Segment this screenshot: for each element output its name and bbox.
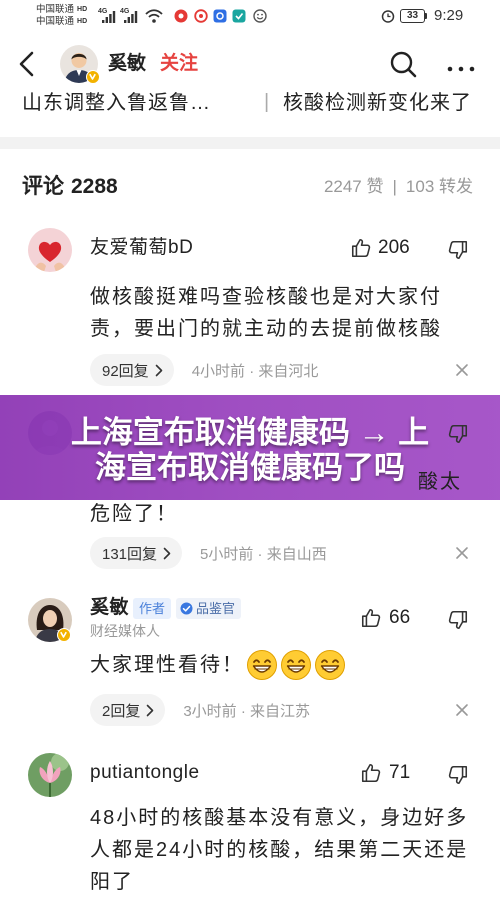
like-count: 206 [378, 237, 410, 258]
reply-row: 131回复 5小时前 · 来自山西 [90, 537, 327, 569]
replies-label: 131回复 [102, 545, 158, 563]
alarm-icon [381, 9, 395, 23]
red-app-icon [174, 9, 188, 23]
expert-badge-label: 品鉴官 [196, 601, 236, 616]
reply-row: 2回复 3小时前 · 来自江苏 [90, 694, 310, 726]
replies-label: 92回复 [102, 362, 149, 380]
carrier-1: 中国联通 HD [36, 4, 87, 16]
clock: 9:29 [434, 7, 464, 24]
tab-related-2[interactable]: 核酸检测新变化来了 [283, 90, 472, 116]
post-stats: 2247 赞 | 103 转发 [324, 176, 473, 198]
comment-meta: 3小时前 · 来自江苏 [183, 702, 311, 720]
grin-emoji [314, 649, 346, 681]
carrier-2: 中国联通 HD [36, 16, 87, 28]
comments-count: 2288 [71, 175, 118, 198]
comment-text-line: 阳了 [90, 871, 134, 893]
avatar[interactable] [28, 753, 72, 797]
comment-author[interactable]: 友爱葡萄bD [90, 236, 193, 260]
like-count: 71 [389, 762, 411, 783]
chevron-right-icon [163, 547, 171, 559]
thumbs-up-icon[interactable] [360, 607, 382, 629]
thumbs-down-icon[interactable] [447, 764, 469, 786]
likes-stat[interactable]: 2247 赞 [324, 177, 384, 196]
wifi-icon [145, 9, 163, 23]
carrier-name: 中国联通 [36, 4, 75, 15]
verified-badge-icon [86, 70, 100, 84]
section-divider [0, 137, 500, 149]
search-icon[interactable] [389, 50, 418, 79]
replies-button[interactable]: 131回复 [90, 537, 183, 569]
stats-separator: | [392, 177, 397, 196]
battery-indicator: 33 [400, 9, 425, 23]
check-badge-icon [180, 602, 193, 615]
carrier-info: 中国联通 HD 中国联通 HD [36, 4, 87, 28]
comment-text-line: 大家理性看待！ [90, 654, 240, 676]
replies-label: 2回复 [102, 702, 141, 720]
author-badge: 作者 [133, 598, 172, 619]
close-icon[interactable] [455, 703, 469, 717]
verified-badge-icon [57, 628, 71, 642]
author-name[interactable]: 奚敏 [108, 52, 146, 76]
thumbs-up-icon[interactable] [350, 237, 372, 259]
replies-button[interactable]: 92回复 [90, 354, 174, 386]
grin-emoji [246, 649, 278, 681]
carrier-tag: HD [77, 18, 88, 25]
reply-row: 92回复 4小时前 · 来自河北 [90, 354, 318, 386]
comment-meta: 5小时前 · 来自山西 [200, 545, 327, 563]
smiley-icon [253, 9, 267, 23]
tab-divider: | [264, 91, 270, 113]
expert-badge: 品鉴官 [176, 598, 242, 619]
replies-button[interactable]: 2回复 [90, 694, 166, 726]
back-arrow-icon[interactable] [16, 49, 38, 79]
status-bar: 中国联通 HD 中国联通 HD 4G 4G 33 9:29 [0, 0, 500, 34]
tab-related-1[interactable]: 山东调整入鲁返鲁… [22, 90, 211, 116]
comment-author[interactable]: 奚敏 [90, 596, 129, 620]
comment-author[interactable]: putiantongle [90, 761, 200, 785]
comment-meta: 4小时前 · 来自河北 [191, 362, 319, 380]
like-count: 66 [389, 607, 411, 628]
comment-text-line: 48小时的核酸基本没有意义，身边好多 [90, 807, 469, 829]
grin-emoji [280, 649, 312, 681]
chevron-right-icon [147, 704, 154, 716]
thumbs-up-icon[interactable] [360, 762, 382, 784]
comment-text-line: 人都是24小时的核酸，结果第二天还是 [90, 839, 469, 861]
teal-app-icon [232, 9, 246, 23]
more-icon[interactable] [446, 60, 476, 72]
close-icon[interactable] [455, 363, 469, 377]
carrier-tag: HD [77, 6, 88, 13]
avatar[interactable] [28, 228, 72, 272]
shares-stat[interactable]: 103 转发 [406, 177, 473, 196]
comments-label: 评论 [22, 175, 64, 198]
comment-text-fragment: 酸太 [418, 471, 462, 493]
comment-text-line: 责，要出门的就主动的去提前做核酸 [90, 318, 442, 340]
comments-title: 评论 2288 [22, 174, 118, 200]
signal-icon: 4G [120, 8, 140, 24]
thumbs-down-icon[interactable] [447, 239, 469, 261]
signal-icon: 4G [98, 8, 118, 24]
close-icon[interactable] [455, 546, 469, 560]
carrier-name: 中国联通 [36, 16, 75, 27]
chevron-right-icon [155, 364, 162, 376]
comment-text-line: 做核酸挺难吗查验核酸也是对大家付 [90, 286, 442, 308]
follow-button[interactable]: 关注 [160, 52, 198, 76]
comment-text-line: 危险了！ [90, 503, 178, 525]
thumbs-down-icon[interactable] [447, 609, 469, 631]
banner-text-line: 上海宣布取消健康码 → 上 [70, 415, 430, 450]
thumbs-down-icon[interactable] [447, 423, 469, 445]
blue-app-icon [213, 9, 227, 23]
author-title: 财经媒体人 [90, 623, 160, 639]
red-ring-icon [194, 9, 208, 23]
battery-nub [425, 13, 427, 19]
